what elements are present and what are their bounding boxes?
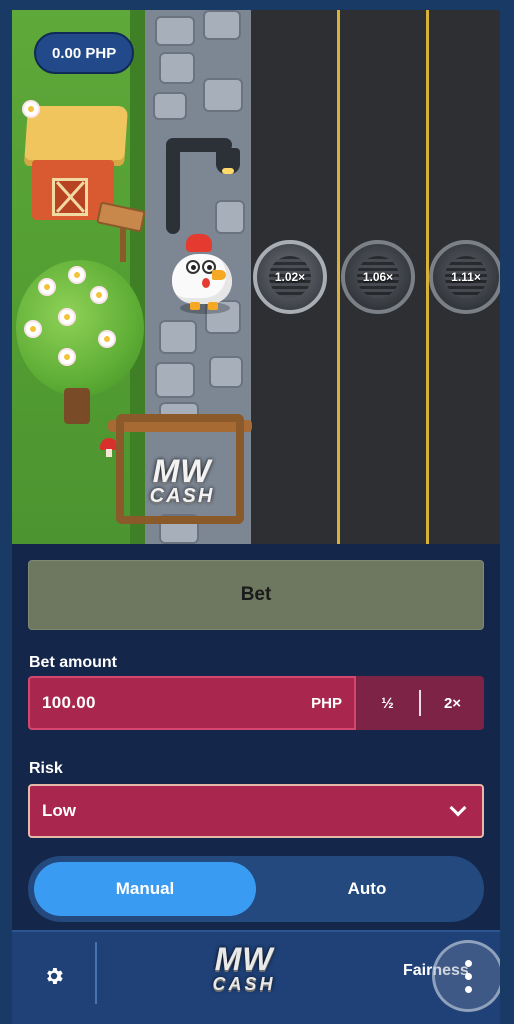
bet-amount-label: Bet amount — [29, 654, 117, 671]
footer-logo: MW CASH — [212, 941, 276, 994]
street-lamp — [166, 142, 180, 234]
manhole-multiplier-1[interactable]: 1.02× — [253, 240, 327, 314]
double-bet-button[interactable]: 2× — [421, 676, 484, 730]
balance-display: 0.00 PHP — [34, 32, 135, 74]
risk-selected-value: Low — [42, 801, 76, 820]
tree-trunk — [64, 388, 90, 424]
vertical-dots-icon[interactable] — [432, 940, 500, 1012]
footer-divider — [95, 942, 97, 1004]
bet-button[interactable]: Bet — [28, 560, 484, 630]
scene-logo: MW CASH — [149, 453, 215, 507]
risk-label: Risk — [29, 760, 63, 777]
gear-icon[interactable] — [36, 958, 72, 994]
bet-multiplier-group: ½ 2× — [356, 676, 484, 730]
divider — [419, 690, 421, 716]
flower-icon — [60, 310, 74, 324]
flower-icon — [40, 280, 54, 294]
chicken-character — [172, 232, 238, 314]
auto-mode-button[interactable]: Auto — [256, 862, 478, 916]
balance-amount: 0.00 PHP — [52, 44, 117, 62]
game-frame: 1.02× 1.06× 1.11× MW CASH 0.00 PHP Bet B… — [12, 10, 500, 1024]
flower-icon — [100, 332, 114, 346]
flower-icon — [26, 322, 40, 336]
manual-mode-button[interactable]: Manual — [34, 862, 256, 916]
bet-button-label: Bet — [240, 584, 272, 605]
mode-toggle: Manual Auto — [28, 856, 484, 922]
chevron-down-icon — [449, 799, 467, 817]
flower-icon — [60, 350, 74, 364]
game-scene: 1.02× 1.06× 1.11× MW CASH 0.00 PHP — [12, 10, 500, 544]
flower-icon — [24, 102, 38, 116]
half-bet-button[interactable]: ½ — [356, 676, 419, 730]
bet-amount-value: 100.00 — [42, 693, 96, 712]
manhole-multiplier-3[interactable]: 1.11× — [429, 240, 500, 314]
flower-icon — [70, 268, 84, 282]
footer-bar: MW CASH Fairness — [12, 930, 500, 1024]
lane-line — [337, 10, 340, 544]
barn-roof — [23, 106, 129, 166]
multiplier-label: 1.06× — [362, 270, 394, 284]
bet-currency: PHP — [311, 694, 342, 712]
barn-door — [52, 178, 88, 216]
multiplier-label: 1.02× — [274, 270, 306, 284]
manhole-multiplier-2[interactable]: 1.06× — [341, 240, 415, 314]
bet-amount-input[interactable]: 100.00 PHP — [28, 676, 356, 730]
multiplier-label: 1.11× — [451, 270, 481, 284]
risk-select[interactable]: Low — [28, 784, 484, 838]
flower-icon — [92, 288, 106, 302]
bet-controls: Bet Bet amount 100.00 PHP ½ 2× Risk Low … — [12, 544, 500, 930]
